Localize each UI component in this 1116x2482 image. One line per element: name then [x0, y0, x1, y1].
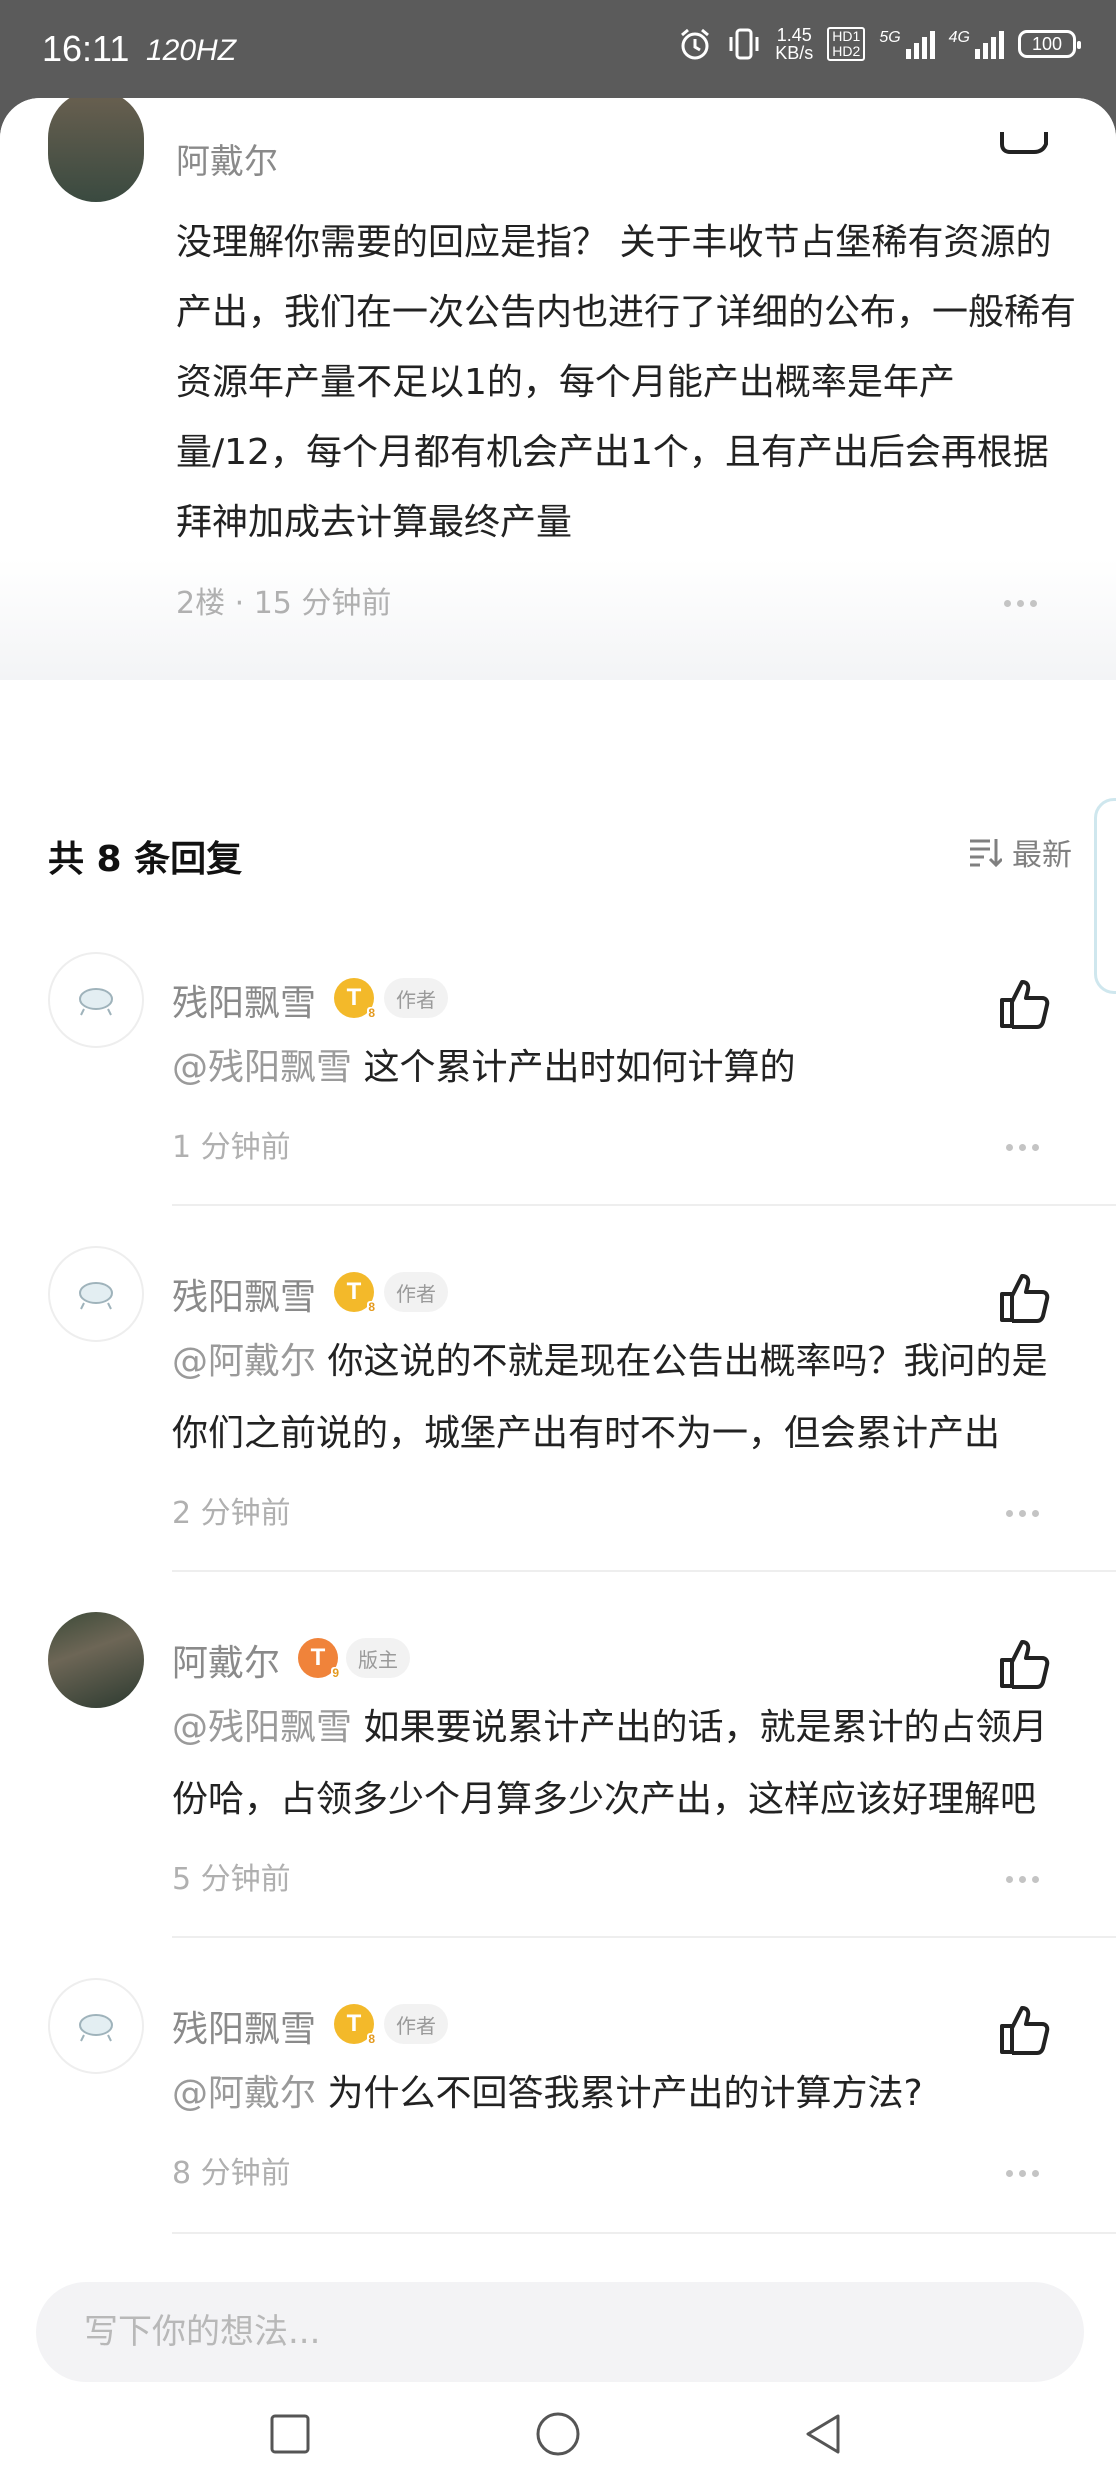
role-badge: 作者	[384, 978, 448, 1018]
role-badge: 版主	[346, 1638, 410, 1678]
level-letter: T	[346, 2010, 362, 2037]
level-letter: T	[310, 1644, 326, 1671]
battery-icon: 100	[1018, 30, 1081, 58]
comment-input-box[interactable]	[36, 2282, 1084, 2382]
thumbs-up-icon[interactable]	[996, 1268, 1054, 1326]
divider	[172, 1570, 1116, 1572]
reply-time: 8 分钟前	[172, 2156, 291, 2191]
main-comment-author[interactable]: 阿戴尔	[176, 134, 278, 183]
level-letter: T	[346, 984, 362, 1011]
reply-time: 1 分钟前	[172, 1130, 291, 1165]
level-badge: T8	[334, 2004, 376, 2046]
more-dots-icon[interactable]	[1004, 600, 1037, 607]
vibrate-icon	[727, 26, 761, 62]
system-nav-bar	[0, 2382, 1116, 2480]
recent-apps-icon[interactable]	[266, 2410, 314, 2458]
signal-5g-icon: 5G	[879, 29, 935, 59]
main-comment-text: 没理解你需要的回应是指？ 关于丰收节占堡稀有资源的产出，我们在一次公告内也进行了…	[176, 222, 1077, 543]
reply-time: 5 分钟前	[172, 1862, 291, 1897]
reply-text: @残阳飘雪 如果要说累计产出的话，就是累计的占领月份哈，占领多少个月算多少次产出…	[172, 1692, 1072, 1836]
net-speed-value: 1.45	[776, 25, 812, 45]
hd2-label: HD2	[832, 43, 861, 59]
reply-author[interactable]: 残阳飘雪	[172, 974, 316, 1026]
level-sub: 8	[367, 1006, 376, 1020]
reply-mention[interactable]: @残阳飘雪	[172, 1707, 352, 1748]
sort-button[interactable]: 最新	[968, 830, 1072, 874]
role-badge: 作者	[384, 2004, 448, 2044]
reply-time: 2 分钟前	[172, 1496, 291, 1531]
more-dots-icon[interactable]	[1006, 2170, 1039, 2177]
network-speed: 1.45 KB/s	[775, 26, 813, 62]
level-letter: T	[346, 1278, 362, 1305]
sig2-tag: 4G	[948, 29, 970, 46]
reply-author[interactable]: 残阳飘雪	[172, 2000, 316, 2052]
status-bar: 16:11 120HZ 1.45 KB/s HD1 HD2 5G 4G 100	[0, 0, 1116, 100]
reply-text: @残阳飘雪 这个累计产出时如何计算的	[172, 1032, 1072, 1104]
divider	[172, 2232, 1116, 2234]
thumbs-up-icon[interactable]	[996, 132, 1052, 162]
home-icon[interactable]	[534, 2410, 582, 2458]
reply-author[interactable]: 残阳飘雪	[172, 1268, 316, 1320]
role-badge: 作者	[384, 1272, 448, 1312]
level-badge: T8	[334, 978, 376, 1020]
level-badge: T8	[334, 1272, 376, 1314]
avatar[interactable]	[48, 1978, 144, 2074]
avatar[interactable]	[48, 952, 144, 1048]
sig1-tag: 5G	[879, 29, 901, 46]
hd1-label: HD1	[832, 28, 861, 44]
main-comment-meta: 2楼 · 15 分钟前	[176, 586, 392, 621]
alarm-icon	[677, 26, 713, 62]
sort-label: 最新	[1012, 838, 1072, 873]
replies-section: 共 8 条回复 最新 残阳飘雪 T8 作者 @残阳飘雪 这个累计产出时如何计算的…	[0, 680, 1116, 2280]
battery-level: 100	[1031, 33, 1063, 54]
reply-text: @阿戴尔 你这说的不就是现在公告出概率吗？我问的是你们之前说的，城堡产出有时不为…	[172, 1326, 1072, 1470]
status-icons: 1.45 KB/s HD1 HD2 5G 4G 100	[677, 26, 1081, 62]
reply-author[interactable]: 阿戴尔	[172, 1634, 280, 1686]
sort-icon	[970, 839, 1002, 868]
divider	[172, 1936, 1116, 1938]
status-time: 16:11	[42, 28, 130, 69]
reply-mention[interactable]: @阿戴尔	[172, 1341, 316, 1382]
avatar-icon	[79, 988, 113, 1016]
avatar[interactable]	[48, 1246, 144, 1342]
level-sub: 8	[367, 1300, 376, 1314]
avatar[interactable]	[48, 98, 144, 202]
avatar-icon	[79, 1282, 113, 1310]
reply-body: 这个累计产出时如何计算的	[363, 1047, 796, 1088]
refresh-rate: 120HZ	[146, 34, 237, 67]
reply-text: @阿戴尔 为什么不回答我累计产出的计算方法?	[172, 2058, 1072, 2130]
main-comment: 阿戴尔 没理解你需要的回应是指？ 关于丰收节占堡稀有资源的产出，我们在一次公告内…	[0, 98, 1116, 680]
level-sub: 9	[331, 1666, 340, 1680]
level-sub: 8	[367, 2032, 376, 2046]
side-edge-tab[interactable]	[1094, 798, 1116, 994]
hd-indicator: HD1 HD2	[827, 27, 866, 61]
reply-sheet: 阿戴尔 没理解你需要的回应是指？ 关于丰收节占堡稀有资源的产出，我们在一次公告内…	[0, 98, 1116, 2480]
reply-mention[interactable]: @残阳飘雪	[172, 1047, 352, 1088]
thumbs-up-icon[interactable]	[996, 1634, 1054, 1692]
signal-4g-icon: 4G	[949, 29, 1004, 59]
more-dots-icon[interactable]	[1006, 1144, 1039, 1151]
more-dots-icon[interactable]	[1006, 1510, 1039, 1517]
thumbs-up-icon[interactable]	[996, 2000, 1054, 2058]
reply-mention[interactable]: @阿戴尔	[172, 2073, 316, 2114]
net-speed-unit: KB/s	[775, 43, 814, 63]
reply-body: 为什么不回答我累计产出的计算方法?	[327, 2073, 923, 2114]
avatar-icon	[79, 2014, 113, 2042]
replies-count-title: 共 8 条回复	[48, 839, 243, 880]
more-dots-icon[interactable]	[1006, 1876, 1039, 1883]
avatar[interactable]	[48, 1612, 144, 1708]
thumbs-up-icon[interactable]	[996, 974, 1054, 1032]
level-badge: T9	[298, 1638, 340, 1680]
back-icon[interactable]	[800, 2410, 848, 2458]
comment-input[interactable]	[36, 2282, 1084, 2382]
divider	[172, 1204, 1116, 1206]
